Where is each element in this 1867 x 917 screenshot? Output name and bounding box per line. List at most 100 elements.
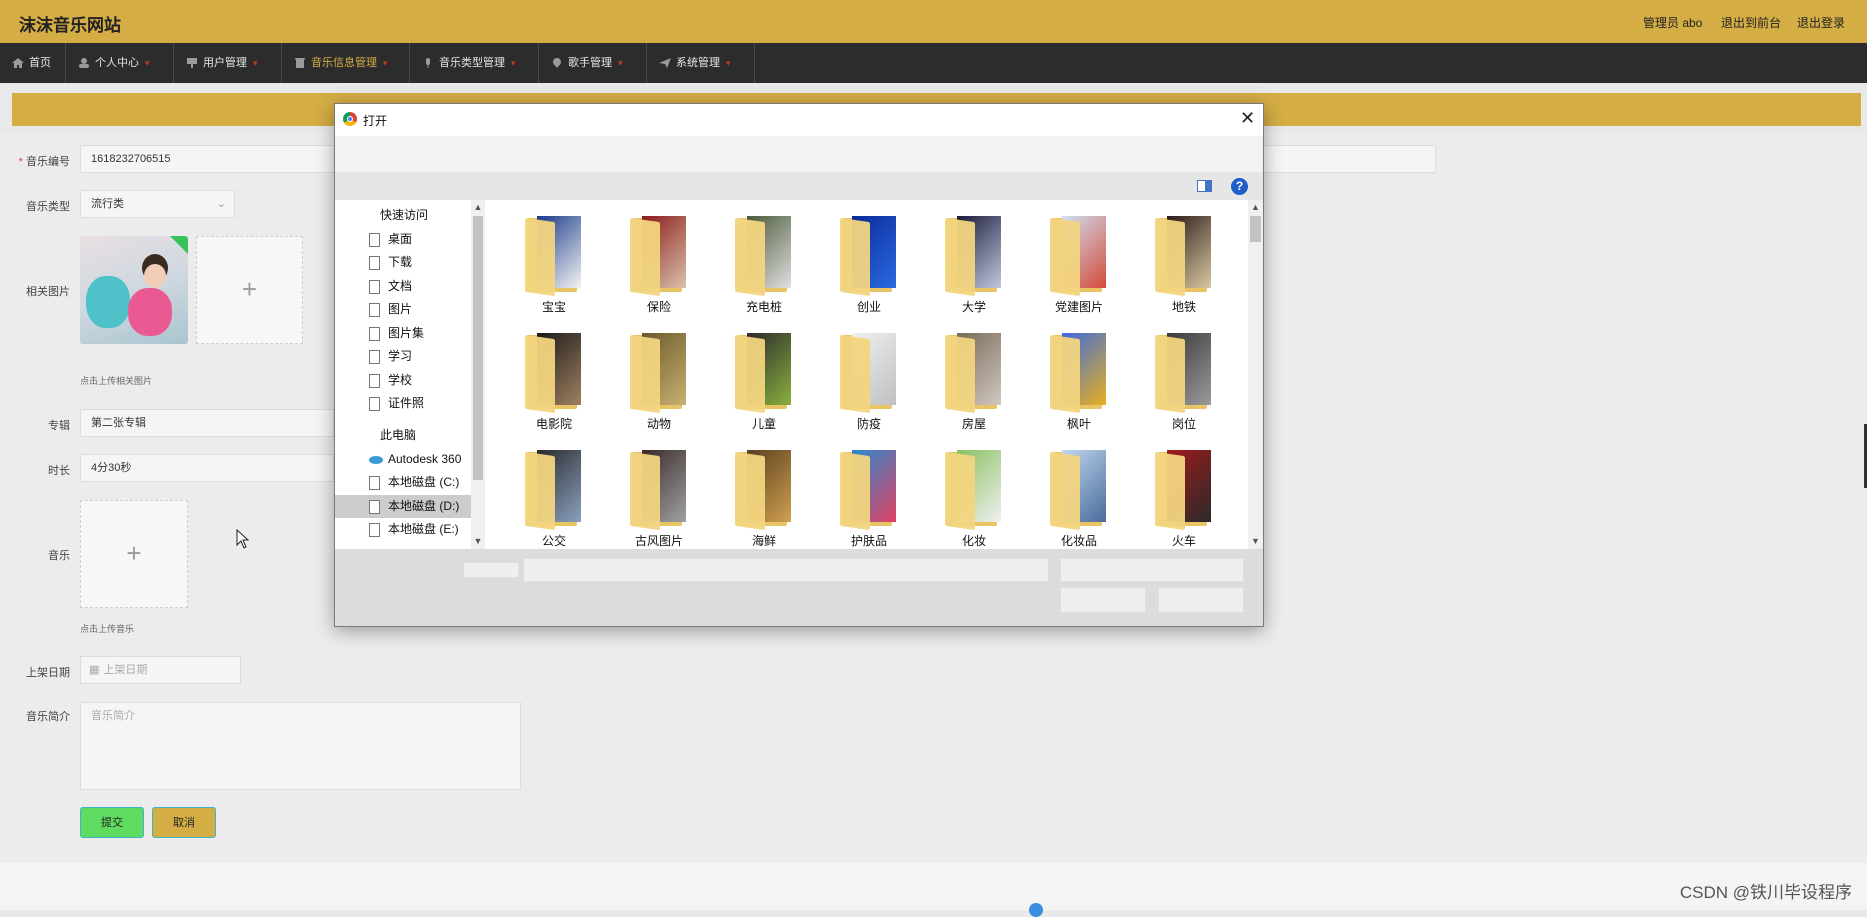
- folder-label: 化妆品: [1060, 534, 1097, 548]
- plus-icon: +: [126, 538, 142, 568]
- nav-pictures[interactable]: 图片: [369, 298, 469, 321]
- folder-item[interactable]: 火车: [1149, 448, 1219, 548]
- image-upload-box[interactable]: +: [196, 236, 303, 344]
- send-icon: [659, 58, 671, 69]
- scroll-down-icon[interactable]: ▼: [472, 534, 484, 548]
- folder-item[interactable]: 古风图片: [624, 448, 694, 548]
- folder-label: 岗位: [1171, 417, 1196, 431]
- floating-indicator: [1029, 903, 1043, 917]
- music-upload-box[interactable]: +: [80, 500, 188, 608]
- navigation-scroll-thumb[interactable]: [473, 216, 483, 480]
- folder-item[interactable]: 党建图片: [1044, 214, 1114, 314]
- nav-study[interactable]: 学习: [369, 345, 469, 368]
- scroll-down-icon[interactable]: ▼: [1249, 534, 1262, 548]
- folder-label: 充电桩: [745, 300, 782, 314]
- folder-item[interactable]: 化妆: [939, 448, 1009, 548]
- preview-pane-icon[interactable]: [1197, 180, 1212, 192]
- logout-link[interactable]: 退出登录: [1797, 14, 1845, 31]
- nav-item-home[interactable]: 首页: [0, 43, 66, 83]
- intro-label: 音乐简介: [26, 711, 70, 723]
- dialog-cancel-button[interactable]: [1158, 587, 1244, 613]
- folder-item[interactable]: 充电桩: [729, 214, 799, 314]
- dialog-title-bar: [335, 104, 1263, 136]
- folder-item[interactable]: 大学: [939, 214, 1009, 314]
- nav-item-music-info[interactable]: 音乐信息管理 ▾: [282, 43, 410, 83]
- nav-downloads[interactable]: 下载: [369, 251, 469, 274]
- file-list-scrollbar[interactable]: [1248, 200, 1263, 549]
- folder-item[interactable]: 电影院: [519, 331, 589, 431]
- folder-item[interactable]: 枫叶: [1044, 331, 1114, 431]
- open-button[interactable]: [1060, 587, 1146, 613]
- nav-drive-c[interactable]: 本地磁盘 (C:): [369, 471, 469, 494]
- nav-picture-sets[interactable]: 图片集: [369, 322, 469, 345]
- chevron-down-icon: ▾: [253, 58, 258, 68]
- nav-item-users[interactable]: 用户管理 ▾: [174, 43, 282, 83]
- quick-access-header[interactable]: 快速访问: [380, 204, 480, 227]
- folder-label: 宝宝: [541, 300, 566, 314]
- folder-label: 地铁: [1171, 300, 1196, 314]
- file-icon: [369, 326, 380, 341]
- folder-item[interactable]: 儿童: [729, 331, 799, 431]
- folder-item[interactable]: 化妆品: [1044, 448, 1114, 548]
- scroll-up-icon[interactable]: ▲: [1249, 200, 1262, 214]
- help-icon[interactable]: ?: [1231, 178, 1248, 195]
- scroll-up-icon[interactable]: ▲: [472, 200, 484, 214]
- chevron-down-icon: ▾: [145, 58, 150, 68]
- file-icon: [369, 373, 380, 388]
- nav-drive-d[interactable]: 本地磁盘 (D:): [369, 495, 469, 518]
- uploaded-image-thumbnail[interactable]: [80, 236, 188, 344]
- date-input[interactable]: ▦ 上架日期: [80, 656, 241, 684]
- nav-documents[interactable]: 文档: [369, 275, 469, 298]
- duration-label: 时长: [48, 465, 70, 477]
- file-icon: [369, 232, 380, 247]
- user-icon: [79, 58, 89, 69]
- front-link[interactable]: 退出到前台: [1721, 14, 1781, 31]
- cancel-button[interactable]: 取消: [152, 807, 216, 838]
- nav-school[interactable]: 学校: [369, 369, 469, 392]
- folder-label: 护肤品: [850, 534, 887, 548]
- chrome-icon: [343, 112, 357, 126]
- album-input[interactable]: 第二张专辑: [80, 409, 334, 437]
- type-select[interactable]: 流行类 ⌄: [80, 190, 235, 218]
- folder-front: [1155, 334, 1185, 414]
- nav-item-singer[interactable]: 歌手管理 ▾: [539, 43, 647, 83]
- folder-item[interactable]: 房屋: [939, 331, 1009, 431]
- plus-icon: +: [241, 274, 258, 304]
- folder-item[interactable]: 地铁: [1149, 214, 1219, 314]
- nav-autodesk-360[interactable]: Autodesk 360: [369, 448, 469, 471]
- folder-front: [630, 451, 660, 531]
- filename-label-placeholder: [463, 562, 519, 578]
- folder-label: 大学: [961, 300, 986, 314]
- folder-item[interactable]: 创业: [834, 214, 904, 314]
- folder-item[interactable]: 动物: [624, 331, 694, 431]
- folder-label: 古风图片: [634, 534, 683, 548]
- nav-item-music-type[interactable]: 音乐类型管理 ▾: [410, 43, 539, 83]
- nav-desktop[interactable]: 桌面: [369, 228, 469, 251]
- close-icon[interactable]: ✕: [1240, 108, 1255, 129]
- nav-item-system[interactable]: 系统管理 ▾: [647, 43, 755, 83]
- nav-drive-e[interactable]: 本地磁盘 (E:): [369, 518, 469, 541]
- folder-front: [630, 334, 660, 414]
- date-label: 上架日期: [26, 667, 70, 679]
- file-list-scroll-thumb[interactable]: [1250, 216, 1261, 242]
- filename-input[interactable]: [523, 558, 1049, 582]
- folder-item[interactable]: 岗位: [1149, 331, 1219, 431]
- folder-label: 枫叶: [1066, 417, 1091, 431]
- nav-id-photos[interactable]: 证件照: [369, 392, 469, 415]
- folder-item[interactable]: 防疫: [834, 331, 904, 431]
- folder-grid: 宝宝 保险 充电桩 创业 大学 党建图片 地铁电影院 动物 儿童 防疫 房屋 枫叶 岗位公交 古风图片 海鲜…: [485, 200, 1248, 549]
- calendar-icon: ▦: [89, 664, 100, 676]
- intro-textarea[interactable]: 音乐简介: [80, 702, 521, 790]
- file-type-select[interactable]: [1060, 558, 1244, 582]
- folder-item[interactable]: 护肤品: [834, 448, 904, 548]
- folder-item[interactable]: 保险: [624, 214, 694, 314]
- this-pc-header[interactable]: 此电脑: [380, 424, 480, 447]
- folder-item[interactable]: 海鲜: [729, 448, 799, 548]
- folder-item[interactable]: 公交: [519, 448, 589, 548]
- duration-input[interactable]: 4分30秒: [80, 454, 334, 482]
- nav-item-profile[interactable]: 个人中心 ▾: [66, 43, 174, 83]
- folder-label: 电影院: [535, 417, 572, 431]
- folder-label: 海鲜: [751, 534, 776, 548]
- folder-item[interactable]: 宝宝: [519, 214, 589, 314]
- submit-button[interactable]: 提交: [80, 807, 144, 838]
